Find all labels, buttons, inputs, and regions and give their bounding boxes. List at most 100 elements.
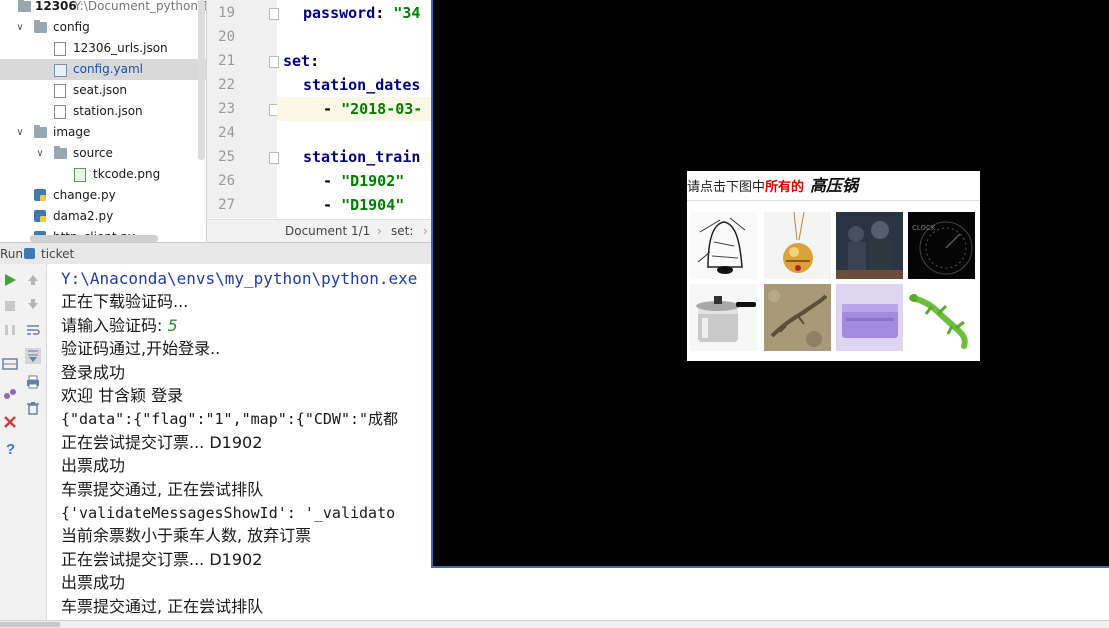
tree-root-path: Y:\Document_python\1	[74, 0, 206, 13]
line-number: 20	[218, 29, 235, 45]
layout-icon[interactable]	[2, 356, 18, 372]
tree-item[interactable]: change.py	[0, 185, 206, 206]
console-output[interactable]: Y:\Anaconda\envs\my_python\python.exe 正在下…	[48, 264, 433, 627]
tree-item[interactable]: ∨ image	[0, 122, 206, 143]
console-line-text: 登录成功	[61, 362, 126, 382]
folder-icon	[54, 146, 67, 159]
line-number: 25	[218, 149, 235, 165]
captcha-prompt-prefix: 请点击下图中	[687, 180, 766, 195]
tree-item-label: dama2.py	[53, 209, 114, 223]
code-line[interactable]: password: "34	[303, 1, 420, 25]
tree-horizontal-scrollbar[interactable]	[30, 235, 158, 242]
breadcrumb-document[interactable]: Document 1/1	[285, 220, 370, 242]
code-line[interactable]: station_dates	[303, 73, 420, 97]
tree-item-label: change.py	[53, 188, 116, 202]
dark-dial-image: CLOCK	[912, 221, 973, 275]
tree-item[interactable]: seat.json	[0, 80, 206, 101]
console-line-text: 欢迎 甘含颖 登录	[61, 386, 184, 405]
tree-item[interactable]: tkcode.png	[0, 164, 206, 185]
breadcrumb-separator: ›	[377, 224, 382, 238]
captcha-tile[interactable]	[690, 212, 757, 279]
soldier-poster-image	[836, 212, 903, 279]
soft-wrap-icon[interactable]	[25, 322, 41, 338]
fold-marker[interactable]	[269, 152, 279, 164]
tree-item[interactable]: ∨ source	[0, 143, 206, 164]
chevron-down-icon[interactable]: ∨	[14, 17, 26, 38]
code-line[interactable]: - "D1902"	[323, 169, 404, 193]
pause-icon[interactable]	[2, 322, 18, 338]
line-number: 24	[218, 125, 235, 141]
captcha-divider	[687, 200, 980, 201]
code-line[interactable]: - "D1904"	[323, 193, 404, 217]
code-editor[interactable]: 19 20 21 22 23 24 25 26 27 password: "34 set: stat…	[206, 0, 434, 242]
bell-sketch-image	[697, 217, 746, 274]
scrollbar-thumb[interactable]	[0, 622, 60, 627]
console-line: Y:\Anaconda\envs\my_python\python.exe	[61, 267, 417, 291]
python-file-icon	[34, 210, 46, 222]
close-icon[interactable]	[2, 414, 18, 430]
breadcrumb-separator-2: ›	[423, 224, 428, 238]
stop-icon[interactable]	[2, 298, 18, 314]
tree-item-label: 12306_urls.json	[73, 41, 168, 55]
captcha-tile[interactable]	[908, 284, 975, 351]
console-line-text: 正在尝试提交订票... D1902	[61, 432, 263, 452]
python-file-icon	[34, 189, 46, 201]
console-line-text: 出票成功	[61, 456, 126, 476]
code-line[interactable]: - "2018-03-	[323, 97, 422, 121]
captcha-tile[interactable]: CLOCK	[908, 212, 975, 279]
folder-icon	[18, 0, 31, 12]
yaml-dash: -	[323, 100, 342, 118]
line-number: 22	[218, 77, 235, 93]
breadcrumb-path[interactable]: set:	[391, 220, 413, 242]
scroll-down-icon[interactable]	[25, 296, 41, 312]
tree-item[interactable]: station.json	[0, 101, 206, 122]
fold-marker[interactable]	[269, 56, 279, 68]
captcha-tile[interactable]	[836, 284, 903, 351]
run-icon[interactable]	[2, 272, 18, 288]
viewer-border-bottom	[433, 566, 1109, 568]
tree-item[interactable]: dama2.py	[0, 206, 206, 227]
captcha-tile[interactable]	[764, 212, 831, 279]
code-line[interactable]: station_train	[303, 145, 420, 169]
tree-item-label: image	[53, 125, 91, 139]
code-line[interactable]: set:	[283, 49, 319, 73]
tree-root-name: 12306	[35, 0, 77, 13]
tree-root[interactable]: 12306 Y:\Document_python\1	[0, 0, 206, 17]
tree-item[interactable]: ∨ config	[0, 17, 206, 38]
chevron-down-icon[interactable]: ∨	[14, 122, 26, 143]
console-user-input: 5	[167, 315, 178, 335]
folder-icon	[34, 125, 47, 138]
console-line-text: {'validateMessagesShowId': '_validato	[61, 504, 396, 522]
yaml-key: set	[283, 52, 311, 70]
json-file-icon	[54, 42, 66, 56]
captcha-image[interactable]: 请点击下图中所有的 高压锅 CLOCK	[687, 171, 980, 361]
chevron-down-icon[interactable]: ∨	[34, 143, 46, 164]
print-icon[interactable]	[25, 374, 41, 390]
help-icon[interactable]: ?	[2, 440, 18, 456]
debug-icon[interactable]	[2, 386, 18, 402]
captcha-tile[interactable]	[836, 212, 903, 279]
console-line: 车票提交通过, 正在尝试排队	[61, 478, 263, 502]
tree-item[interactable]: config.yaml	[0, 59, 206, 80]
run-label: Run	[0, 247, 24, 261]
console-line: 登录成功	[61, 361, 125, 385]
console-line: {"data":{"flag":"1","map":{"CDW":"成都	[61, 407, 398, 431]
console-line-text: 正在尝试提交订票... D1902	[61, 549, 263, 569]
svg-text:?: ?	[6, 441, 15, 456]
green-lizard-image	[909, 294, 968, 349]
scroll-to-end-icon[interactable]	[25, 348, 41, 364]
trash-icon[interactable]	[25, 400, 41, 416]
run-config-name[interactable]: ticket	[41, 243, 74, 265]
fold-marker[interactable]	[269, 8, 279, 20]
scroll-up-icon[interactable]	[25, 272, 41, 288]
yaml-file-icon	[54, 64, 67, 77]
console-line: 验证码通过,开始登录..	[61, 337, 220, 361]
captcha-tile[interactable]	[690, 284, 757, 351]
folder-icon	[34, 20, 47, 33]
captcha-tile[interactable]	[764, 284, 831, 351]
tree-vertical-scrollbar[interactable]	[198, 0, 205, 160]
yaml-value: "2018-03-	[341, 100, 423, 118]
console-line-text: {"data":{"flag":"1","map":{"CDW":"成都	[61, 410, 399, 429]
run-panel-header: Run ticket	[0, 242, 433, 265]
tree-item[interactable]: 12306_urls.json	[0, 38, 206, 59]
